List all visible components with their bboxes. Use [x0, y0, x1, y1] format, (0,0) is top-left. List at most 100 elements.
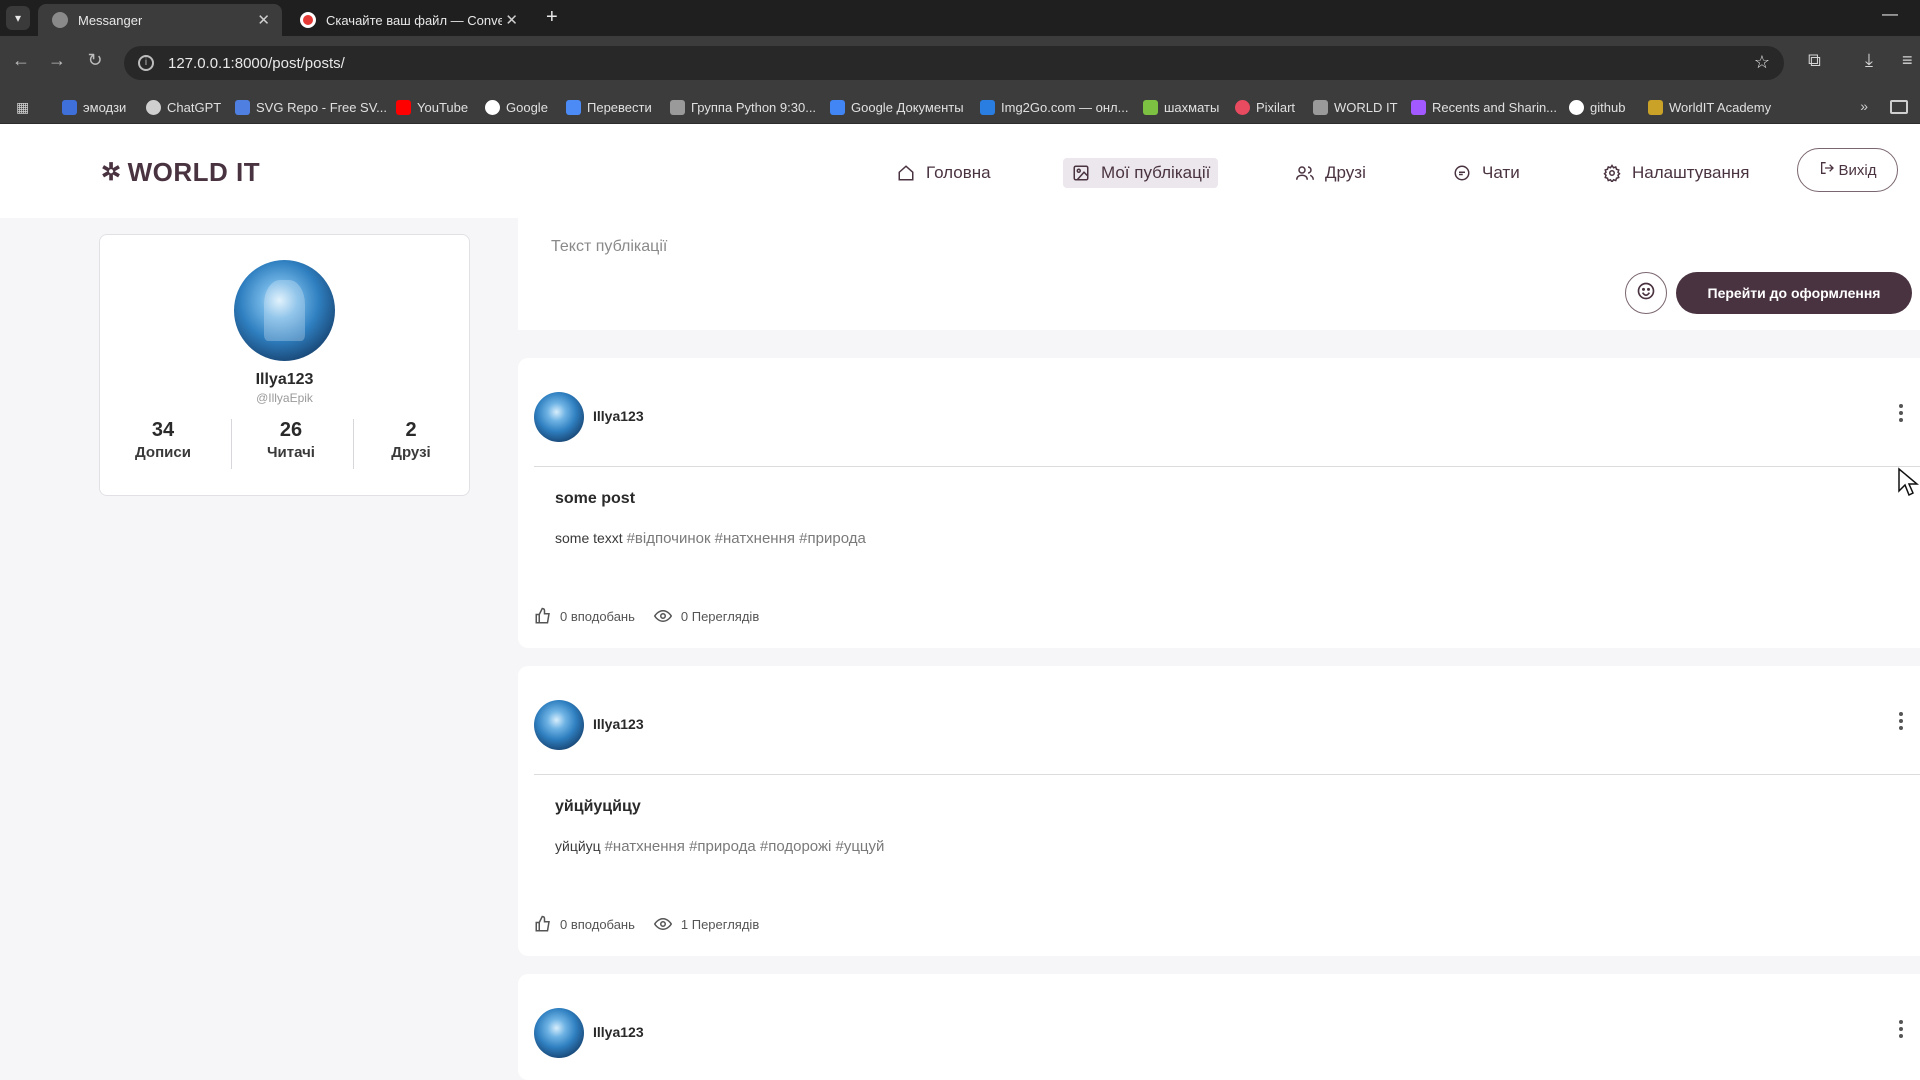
more-vertical-icon[interactable]: [1898, 712, 1904, 732]
bookmark-item[interactable]: SVG Repo - Free SV...: [235, 90, 387, 124]
bookmark-favicon-icon: [62, 99, 77, 115]
back-icon[interactable]: ←: [8, 50, 34, 71]
logo-text: WORLD IT: [127, 157, 261, 187]
page: ✲ WORLD IT Головна Мої публікації Друзі: [0, 124, 1920, 1080]
tab-title: Скачайте ваш файл — Conver: [326, 12, 502, 28]
download-icon[interactable]: ⤓: [1865, 50, 1873, 71]
tab-title: Messanger: [78, 12, 143, 28]
bookmark-favicon-icon: [670, 99, 685, 115]
bookmark-item[interactable]: Recents and Sharin...: [1411, 90, 1557, 124]
post-text-input[interactable]: [551, 238, 1451, 256]
browser-toolbar: ← → ↻ i 127.0.0.1:8000/post/posts/ ☆ ⧉ ⤓…: [0, 36, 1920, 90]
go-to-design-button[interactable]: Перейти до оформлення: [1676, 272, 1912, 314]
like-icon[interactable]: [534, 607, 552, 625]
bookmark-item[interactable]: ChatGPT: [146, 90, 221, 124]
nav-friends[interactable]: Друзі: [1287, 158, 1374, 188]
nav-settings[interactable]: Налаштування: [1594, 158, 1758, 188]
reload-icon[interactable]: ↻: [82, 50, 108, 71]
logout-label: Вихід: [1838, 161, 1877, 179]
bookmark-item[interactable]: Перевести: [566, 90, 652, 124]
new-tab-button[interactable]: +: [546, 6, 558, 29]
post-author[interactable]: Illya123: [593, 1024, 644, 1040]
more-vertical-icon[interactable]: [1898, 404, 1904, 424]
address-bar[interactable]: i 127.0.0.1:8000/post/posts/ ☆: [124, 46, 1784, 80]
profile-card: Illya123 @IllyaEpik 34 Дописи 26 Читачі …: [99, 234, 470, 496]
like-icon[interactable]: [534, 915, 552, 933]
emoji-button[interactable]: [1625, 272, 1667, 314]
more-vertical-icon[interactable]: [1898, 1020, 1904, 1040]
bookmark-item[interactable]: Группа Python 9:30...: [670, 90, 816, 124]
bookmark-label: WORLD IT: [1334, 99, 1398, 115]
post-card: Illya123: [518, 974, 1920, 1080]
menu-icon[interactable]: ≡: [1902, 50, 1913, 71]
avatar[interactable]: [534, 392, 584, 442]
profile-name: Illya123: [255, 371, 314, 388]
close-icon[interactable]: ✕: [505, 11, 518, 29]
avatar[interactable]: [534, 1008, 584, 1058]
bookmark-label: SVG Repo - Free SV...: [256, 99, 388, 115]
logout-button[interactable]: Вихід: [1797, 148, 1898, 192]
bookmark-item[interactable]: шахматы: [1143, 90, 1219, 124]
avatar[interactable]: [234, 260, 335, 361]
post-author[interactable]: Illya123: [593, 716, 644, 732]
eye-icon: [653, 607, 673, 625]
bookmark-item[interactable]: YouTube: [396, 90, 468, 124]
bookmark-item[interactable]: WORLD IT: [1313, 90, 1398, 124]
avatar[interactable]: [534, 700, 584, 750]
bookmark-label: WorldIT Academy: [1669, 99, 1772, 115]
heart-icon: [1235, 99, 1250, 115]
minimize-icon[interactable]: —: [1882, 6, 1898, 24]
close-icon[interactable]: ✕: [257, 11, 270, 29]
tab-messanger[interactable]: Messanger ✕: [38, 4, 282, 36]
apps-grid-icon[interactable]: ▦: [16, 99, 29, 116]
folder-icon[interactable]: [1890, 100, 1908, 114]
bookmark-item[interactable]: Google Документы: [830, 90, 964, 124]
bookmark-label: Pixilart: [1256, 99, 1296, 115]
converter-icon: [300, 12, 316, 28]
bookmark-item[interactable]: github: [1569, 90, 1625, 124]
bookmark-item[interactable]: WorldIT Academy: [1648, 90, 1771, 124]
nav-label: Головна: [926, 163, 991, 182]
bookmark-item[interactable]: Pixilart: [1235, 90, 1295, 124]
bookmark-star-icon[interactable]: ☆: [1754, 52, 1770, 73]
extensions-icon[interactable]: ⧉: [1808, 50, 1821, 71]
home-icon: [896, 163, 916, 183]
forward-icon[interactable]: →: [44, 50, 70, 71]
post-tags[interactable]: #натхнення #природа #подорожі #уццуй: [605, 838, 885, 855]
post-title: уйцйуцйцу: [555, 798, 641, 815]
post-divider: [534, 774, 1920, 775]
tab-converter[interactable]: Скачайте ваш файл — Conver ✕: [286, 4, 530, 36]
eye-icon: [653, 915, 673, 933]
browser-tab-bar: ▾ Messanger ✕ Скачайте ваш файл — Conver…: [0, 0, 1920, 36]
figma-icon: [1411, 99, 1426, 115]
site-header: ✲ WORLD IT Головна Мої публікації Друзі: [0, 124, 1920, 218]
bookmark-label: эмодзи: [83, 99, 127, 115]
chevrons-right-icon[interactable]: »: [1860, 98, 1868, 114]
stat-label: Друзі: [391, 444, 431, 461]
url-text[interactable]: 127.0.0.1:8000/post/posts/: [168, 55, 345, 72]
post-card: Illya123 some post some texxt #відпочино…: [518, 358, 1920, 648]
bookmark-item[interactable]: Img2Go.com — онл...: [980, 90, 1128, 124]
bookmark-item[interactable]: Google: [485, 90, 548, 124]
nav-chats[interactable]: Чати: [1444, 158, 1528, 188]
stat-value: 26: [279, 419, 303, 441]
post-text: some texxt: [555, 530, 623, 546]
site-info-icon[interactable]: i: [138, 55, 154, 71]
logo[interactable]: ✲ WORLD IT: [101, 157, 260, 188]
stat-label: Читачі: [267, 444, 315, 461]
post-title: some post: [555, 490, 636, 507]
profile-handle: @IllyaEpik: [256, 391, 313, 405]
stat-friends: 2 Друзі: [351, 419, 471, 461]
bookmark-item[interactable]: эмодзи: [62, 90, 126, 124]
tab-search-icon[interactable]: ▾: [6, 6, 30, 30]
post-author[interactable]: Illya123: [593, 408, 644, 424]
bookmark-label: YouTube: [417, 99, 469, 115]
nav-my-posts[interactable]: Мої публікації: [1063, 158, 1219, 188]
bookmark-label: шахматы: [1164, 99, 1220, 115]
post-tags[interactable]: #відпочинок #натхнення #природа: [627, 530, 866, 547]
bookmark-label: Перевести: [587, 99, 652, 115]
stat-value: 34: [151, 419, 175, 441]
bookmark-label: ChatGPT: [167, 99, 222, 115]
nav-home[interactable]: Головна: [888, 158, 999, 188]
stat-posts: 34 Дописи: [103, 419, 223, 461]
